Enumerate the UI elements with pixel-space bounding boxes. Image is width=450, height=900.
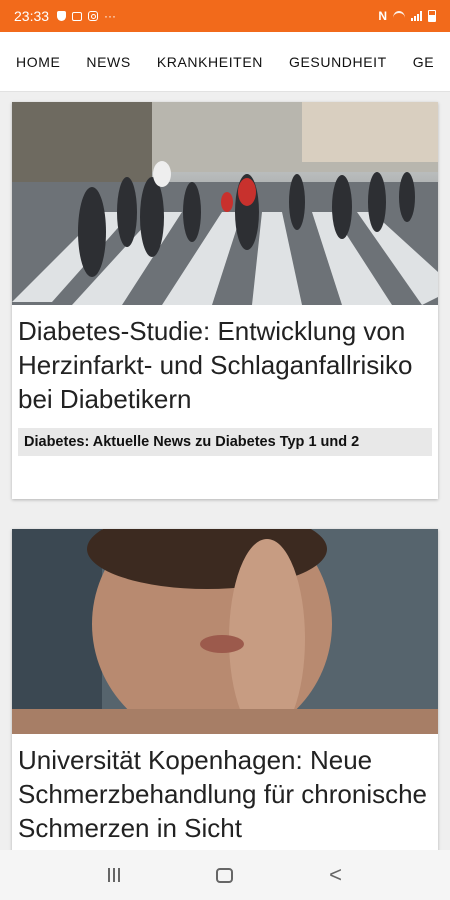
article-image[interactable] [12,529,438,734]
category-tabs: HOME NEWS KRANKHEITEN GESUNDHEIT GE [0,32,450,92]
article-headline[interactable]: Universität Kopenhagen: Neue Schmerzbeha… [12,734,438,845]
instagram-icon [88,11,99,21]
recent-apps-button[interactable] [108,868,121,882]
tab-krankheiten[interactable]: KRANKHEITEN [144,54,276,70]
system-nav-bar: < [0,850,450,900]
tab-gesundheit[interactable]: GESUNDHEIT [276,54,400,70]
status-bar: 23:33 ··· N [0,0,450,32]
tab-home[interactable]: HOME [0,54,73,70]
back-button[interactable]: < [329,864,342,886]
article-image[interactable] [12,102,438,305]
home-button[interactable] [216,867,234,883]
image-icon [72,11,83,21]
article-headline[interactable]: Diabetes-Studie: Entwicklung von Herzinf… [12,305,438,416]
wifi-icon [393,11,405,21]
more-icon: ··· [104,9,117,23]
article-list: Diabetes-Studie: Entwicklung von Herzinf… [0,92,450,850]
article-card[interactable]: Universität Kopenhagen: Neue Schmerzbeha… [12,529,438,850]
status-icons-left: ··· [57,9,116,23]
nfc-icon: N [378,9,387,23]
signal-icon [411,11,422,21]
article-card[interactable]: Diabetes-Studie: Entwicklung von Herzinf… [12,102,438,499]
tab-more[interactable]: GE [400,54,447,70]
status-icons-right: N [378,9,436,23]
person-hand-on-face-photo [12,529,438,734]
battery-icon [428,10,436,22]
status-time: 23:33 [14,8,50,24]
article-category-tag[interactable]: Diabetes: Aktuelle News zu Diabetes Typ … [18,428,432,456]
tab-news[interactable]: NEWS [73,54,143,70]
crowd-crosswalk-photo [12,102,438,305]
shield-icon [57,11,67,21]
